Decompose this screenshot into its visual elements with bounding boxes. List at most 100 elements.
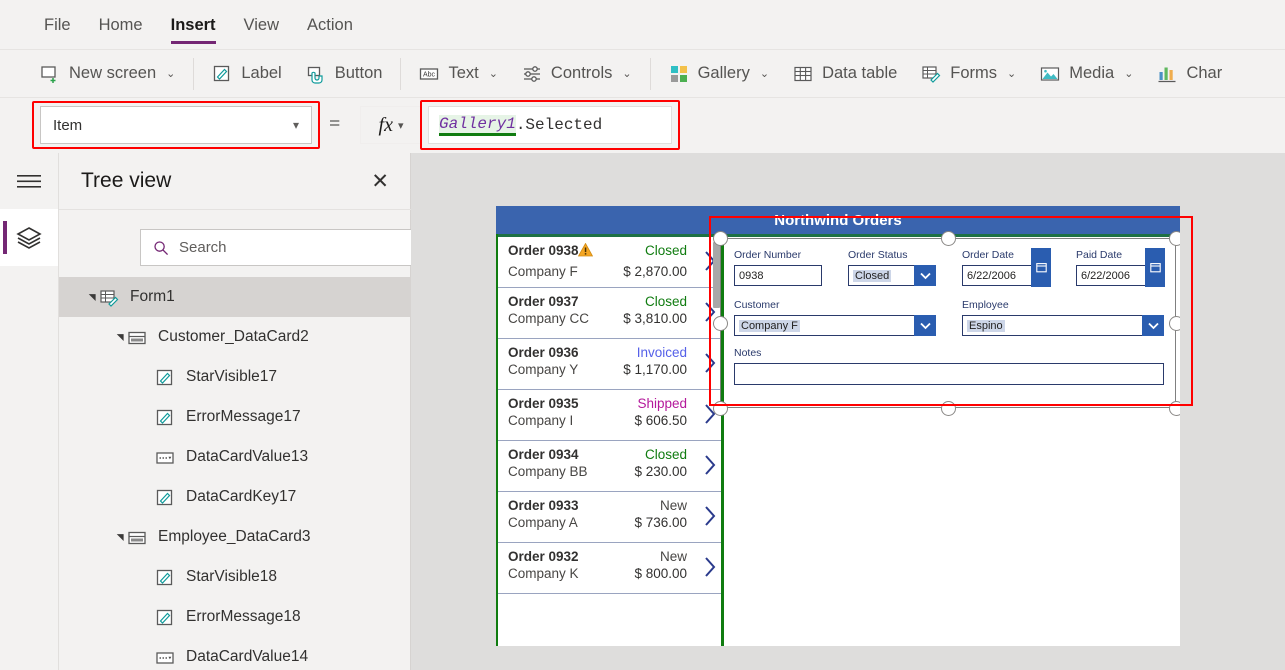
menu-item-home[interactable]: Home xyxy=(85,1,157,49)
calendar-icon[interactable] xyxy=(1031,248,1051,287)
gallery-row-status: Closed xyxy=(644,447,687,462)
fx-label: fx xyxy=(378,113,393,136)
chevron-right-icon[interactable] xyxy=(704,352,717,374)
tree-item-label: StarVisible17 xyxy=(186,368,278,385)
form-field-input[interactable]: 6/22/2006 xyxy=(1076,248,1165,287)
gallery-row[interactable]: Order 0934 Closed Company BB $ 230.00 xyxy=(496,441,723,492)
formula-input[interactable]: Gallery1 .Selected xyxy=(428,106,672,144)
search-input[interactable]: Search xyxy=(140,229,450,266)
gallery-icon xyxy=(669,64,689,84)
ribbon-item-label: Gallery xyxy=(697,64,750,82)
tree-item-datacardvalue13[interactable]: DataCardValue13 xyxy=(59,437,411,477)
expand-caret-icon[interactable]: ◢ xyxy=(115,530,126,544)
rail-item-tree-view[interactable] xyxy=(0,209,58,266)
datacard-icon xyxy=(127,328,149,346)
ribbon-item-gallery[interactable]: Gallery ⌄ xyxy=(657,54,781,94)
gallery-row[interactable]: Order 0937 Closed Company CC $ 3,810.00 xyxy=(496,288,723,339)
app-title: Northwind Orders xyxy=(774,212,902,229)
chevron-right-icon[interactable] xyxy=(704,454,717,476)
tree-item-label: ErrorMessage17 xyxy=(186,408,301,425)
gallery-row-amount: $ 3,810.00 xyxy=(623,311,687,326)
tree-item-customer_datacard2[interactable]: ◢ Customer_DataCard2 xyxy=(59,317,411,357)
calendar-icon[interactable] xyxy=(1145,248,1165,287)
form-field-paid-date: Paid Date 6/22/2006 xyxy=(1076,248,1165,287)
gallery-row[interactable]: Order 0938 Closed Company F $ 2,870.00 xyxy=(496,237,723,288)
power-apps-studio: File Home Insert View Action New screen ⌄ Labe… xyxy=(0,0,1285,670)
tree-view-title: Tree view xyxy=(81,169,172,192)
menu-item-insert[interactable]: Insert xyxy=(157,1,230,49)
gallery-row-company: Company BB xyxy=(508,464,588,479)
form-field-value: Company F xyxy=(739,319,800,332)
chevron-right-icon[interactable] xyxy=(704,505,717,527)
orders-gallery[interactable]: Order 0938 Closed Company F $ 2,870.00 Order… xyxy=(496,237,723,646)
search-placeholder: Search xyxy=(179,239,227,256)
gallery-row-company: Company A xyxy=(508,515,578,530)
form-field-input[interactable]: 6/22/2006 xyxy=(962,248,1051,287)
dropdown-chevron-icon[interactable] xyxy=(1142,315,1164,336)
tree-view-header: Tree view ✕ xyxy=(59,153,411,210)
gallery-row[interactable]: Order 0932 New Company K $ 800.00 xyxy=(496,543,723,594)
tree-item-errormessage18[interactable]: ErrorMessage18 xyxy=(59,597,411,637)
expand-caret-icon[interactable]: ◢ xyxy=(115,330,126,344)
tree-item-label: Employee_DataCard3 xyxy=(158,528,311,545)
gallery-scrollbar[interactable] xyxy=(713,242,720,308)
tree-item-label: Customer_DataCard2 xyxy=(158,328,309,345)
gallery-row[interactable]: Order 0933 New Company A $ 736.00 xyxy=(496,492,723,543)
ribbon-item-new-screen[interactable]: New screen ⌄ xyxy=(28,54,187,94)
close-icon[interactable]: ✕ xyxy=(367,167,393,196)
form-field-input[interactable] xyxy=(734,363,1164,385)
ribbon-item-controls[interactable]: Controls ⌄ xyxy=(510,54,644,94)
chevron-right-icon[interactable] xyxy=(704,403,717,425)
gallery-row[interactable]: Order 0936 Invoiced Company Y $ 1,170.00 xyxy=(496,339,723,390)
gallery-row-amount: $ 1,170.00 xyxy=(623,362,687,377)
form-field-input[interactable]: Closed xyxy=(848,265,936,286)
layers-icon xyxy=(16,226,42,249)
gallery-row[interactable]: Order 0935 Shipped Company I $ 606.50 xyxy=(496,390,723,441)
form-field-order-date: Order Date 6/22/2006 xyxy=(962,248,1051,287)
property-dropdown[interactable]: Item ▾ xyxy=(40,106,312,144)
tree-item-starvisible17[interactable]: StarVisible17 xyxy=(59,357,411,397)
gallery-row-amount: $ 736.00 xyxy=(634,515,687,530)
left-rail xyxy=(0,153,59,670)
tree-item-errormessage17[interactable]: ErrorMessage17 xyxy=(59,397,411,437)
form-field-order-status: Order Status Closed xyxy=(848,249,936,286)
label-icon xyxy=(212,64,232,84)
dropdown-control-icon xyxy=(155,448,177,466)
app-screen: Northwind Orders Order 0938 Closed Company… xyxy=(496,206,1180,646)
form-field-input[interactable]: Company F xyxy=(734,315,936,336)
tree-item-employee_datacard3[interactable]: ◢ Employee_DataCard3 xyxy=(59,517,411,557)
formula-rest-token: .Selected xyxy=(515,116,603,134)
ribbon-item-media[interactable]: Media ⌄ xyxy=(1028,54,1145,94)
tree-item-datacardkey17[interactable]: DataCardKey17 xyxy=(59,477,411,517)
form-field-value: 6/22/2006 xyxy=(967,269,1016,282)
ribbon-item-forms[interactable]: Forms ⌄ xyxy=(909,54,1028,94)
gallery-row-order: Order 0932 xyxy=(508,549,579,564)
new-screen-icon xyxy=(40,64,60,84)
ribbon-separator xyxy=(649,57,651,90)
form-field-input[interactable]: 0938 xyxy=(734,265,822,286)
chevron-right-icon[interactable] xyxy=(704,556,717,578)
menu-item-action[interactable]: Action xyxy=(293,1,367,49)
fx-button[interactable]: fx ▾ xyxy=(360,106,422,144)
dropdown-chevron-icon[interactable] xyxy=(914,315,936,336)
menu-item-view[interactable]: View xyxy=(230,1,293,49)
tree-item-datacardvalue14[interactable]: DataCardValue14 xyxy=(59,637,411,670)
datacard-icon xyxy=(127,528,149,546)
hamburger-menu-button[interactable] xyxy=(0,153,58,209)
menu-bar: File Home Insert View Action xyxy=(0,0,1285,49)
gallery-row-order: Order 0935 xyxy=(508,396,579,411)
label-control-icon xyxy=(155,408,177,426)
ribbon-item-label[interactable]: Label xyxy=(200,54,293,94)
chevron-down-icon: ⌄ xyxy=(759,68,770,80)
tree-item-form1[interactable]: ◢ Form1 xyxy=(59,277,411,317)
ribbon-item-data-table[interactable]: Data table xyxy=(781,54,909,94)
ribbon-item-text[interactable]: Abc Text ⌄ xyxy=(407,54,509,94)
dropdown-chevron-icon[interactable] xyxy=(914,265,936,286)
expand-caret-icon[interactable]: ◢ xyxy=(87,290,98,304)
gallery-row-company: Company I xyxy=(508,413,574,428)
menu-item-file[interactable]: File xyxy=(30,1,85,49)
ribbon-item-button[interactable]: Button xyxy=(294,54,395,94)
ribbon-item-char[interactable]: Char xyxy=(1145,54,1234,94)
form-field-input[interactable]: Espino xyxy=(962,315,1164,336)
tree-item-starvisible18[interactable]: StarVisible18 xyxy=(59,557,411,597)
